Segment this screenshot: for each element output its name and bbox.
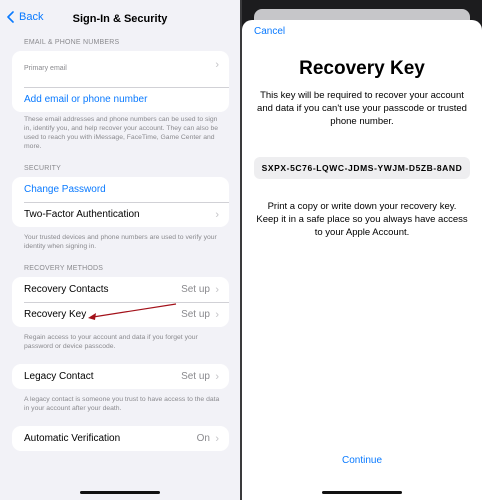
continue-button[interactable]: Continue xyxy=(242,455,482,466)
recovery-key-code: SXPX-5C76-LQWC-JDMS-YWJM-D5ZB-8AND xyxy=(254,157,470,179)
sign-in-security-screen: Back Sign-In & Security EMAIL & PHONE NU… xyxy=(0,0,240,500)
recovery-key-screen: Cancel Recovery Key This key will be req… xyxy=(242,0,482,500)
recovery-key-instructions: Print a copy or write down your recovery… xyxy=(256,201,468,238)
recovery-key-sheet: Cancel Recovery Key This key will be req… xyxy=(242,20,482,500)
recovery-key-description: This key will be required to recover you… xyxy=(257,90,467,127)
annotation-arrow xyxy=(88,303,177,320)
recovery-key-title: Recovery Key xyxy=(299,58,425,79)
cancel-button[interactable]: Cancel xyxy=(254,26,285,37)
home-indicator xyxy=(322,491,402,494)
